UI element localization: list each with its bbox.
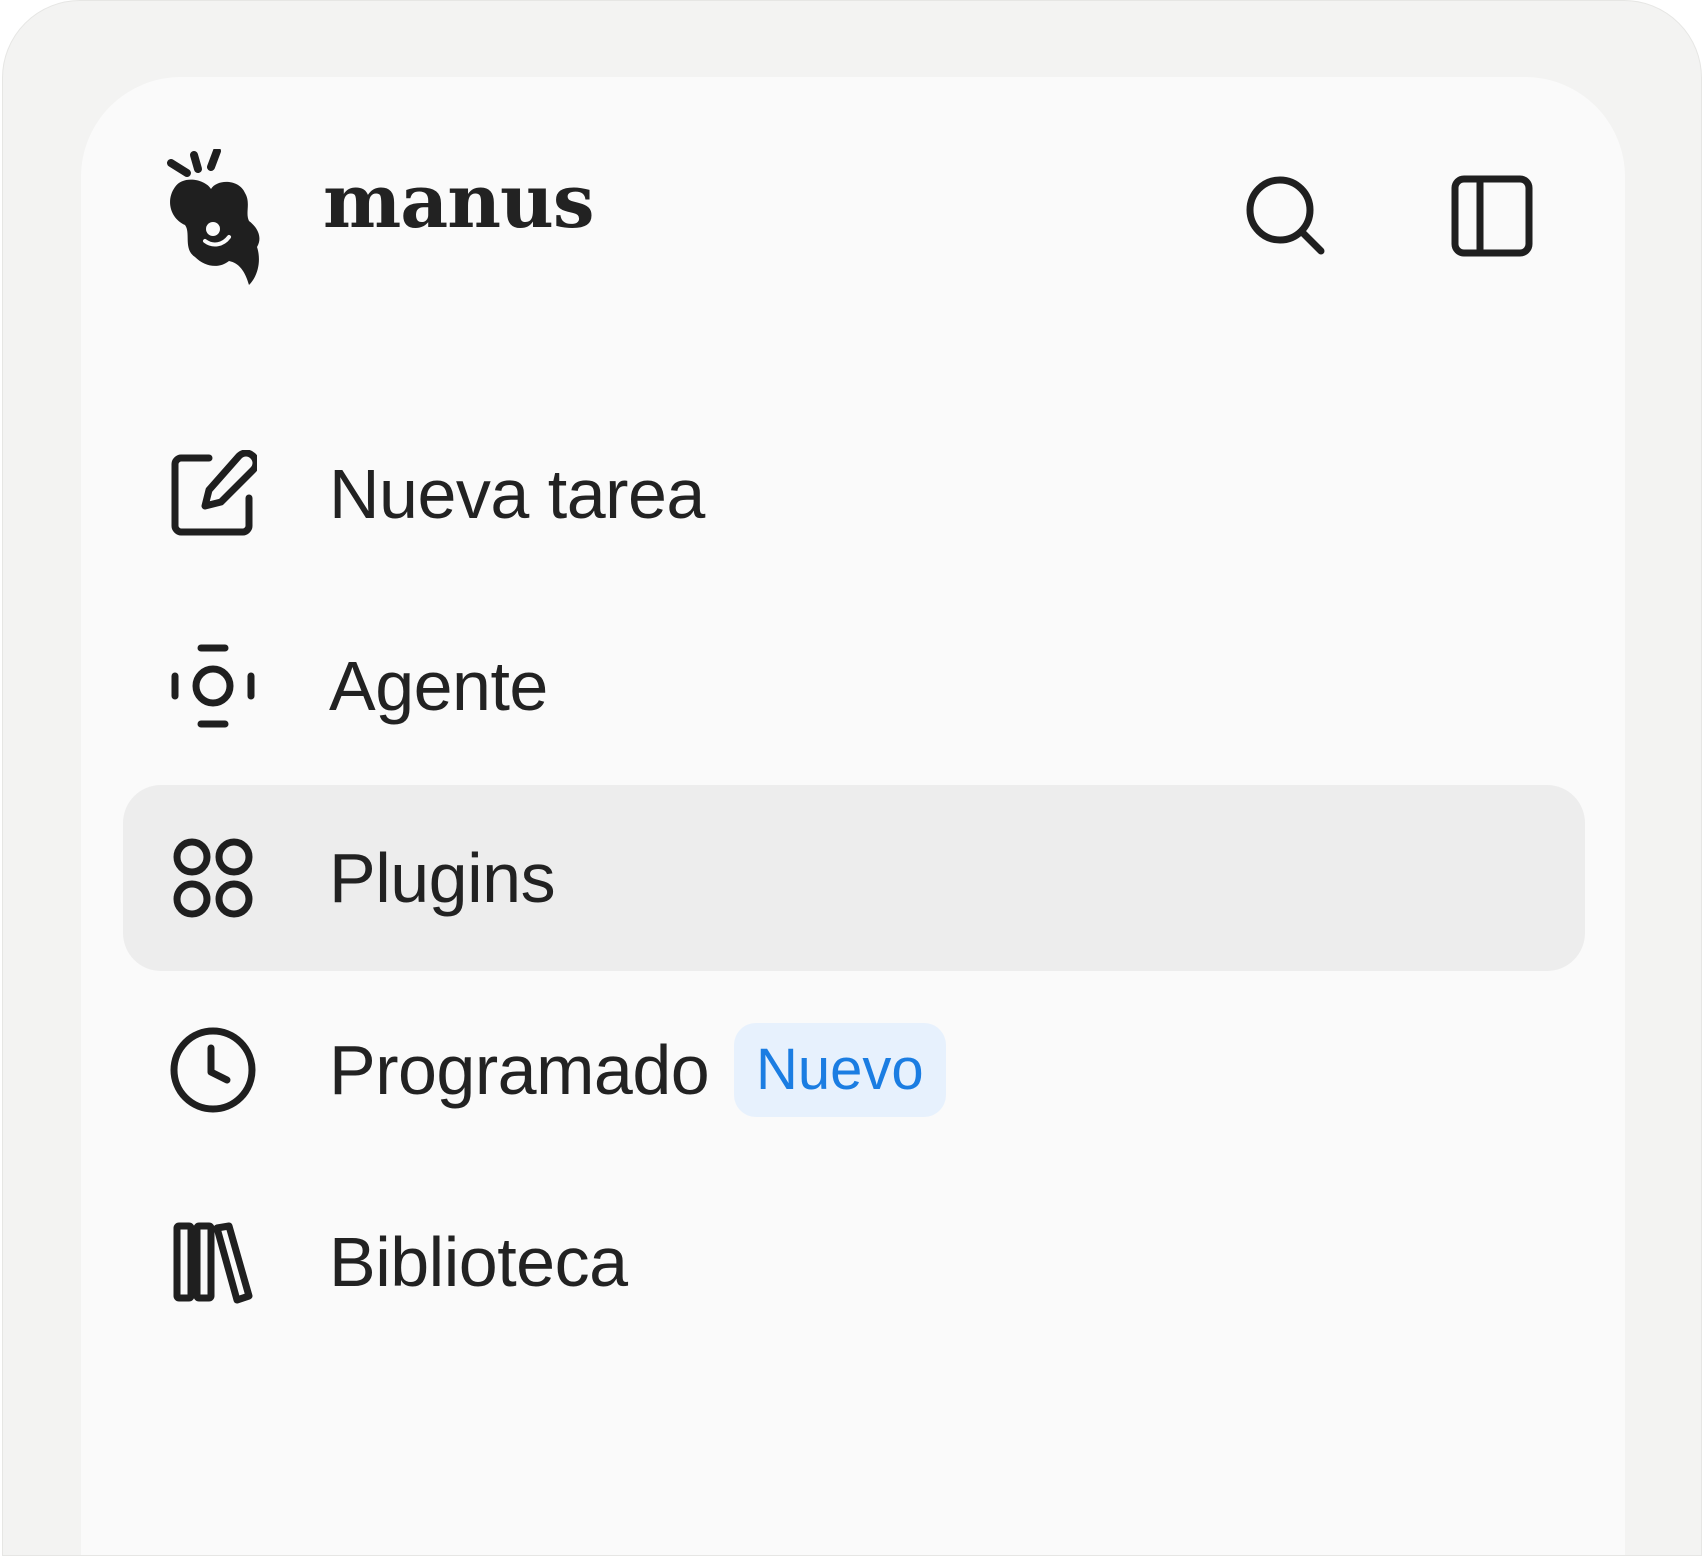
nav-item-biblioteca[interactable]: Biblioteca	[123, 1169, 1585, 1355]
grid-circles-icon	[167, 832, 259, 924]
search-icon	[1243, 173, 1329, 264]
nav-item-nueva-tarea[interactable]: Nueva tarea	[123, 401, 1585, 587]
agent-icon	[167, 640, 259, 732]
nav-item-label: Programado	[329, 1031, 710, 1109]
sidebar-nav: Nueva tarea Agente Plugins Programado Nu…	[123, 401, 1585, 1361]
nav-item-label: Nueva tarea	[329, 455, 705, 533]
search-button[interactable]	[1241, 173, 1331, 263]
library-icon	[167, 1216, 259, 1308]
nav-item-programado[interactable]: Programado Nuevo	[123, 977, 1585, 1163]
app-frame: manus Nueva tarea Agente Plugins Program…	[2, 0, 1702, 1556]
clock-icon	[167, 1024, 259, 1116]
manus-logo-icon[interactable]	[161, 147, 273, 289]
nav-item-agente[interactable]: Agente	[123, 593, 1585, 779]
sidebar-toggle-button[interactable]	[1447, 173, 1537, 263]
sidebar-header: manus	[81, 77, 1625, 337]
brand-name: manus	[323, 159, 595, 245]
new-badge: Nuevo	[734, 1023, 946, 1117]
sidebar: manus Nueva tarea Agente Plugins Program…	[81, 77, 1625, 1555]
sidebar-toggle-icon	[1450, 174, 1534, 263]
nav-item-plugins[interactable]: Plugins	[123, 785, 1585, 971]
nav-item-label: Biblioteca	[329, 1223, 628, 1301]
nav-item-label: Plugins	[329, 839, 556, 917]
nav-item-label: Agente	[329, 647, 548, 725]
edit-icon	[167, 448, 259, 540]
